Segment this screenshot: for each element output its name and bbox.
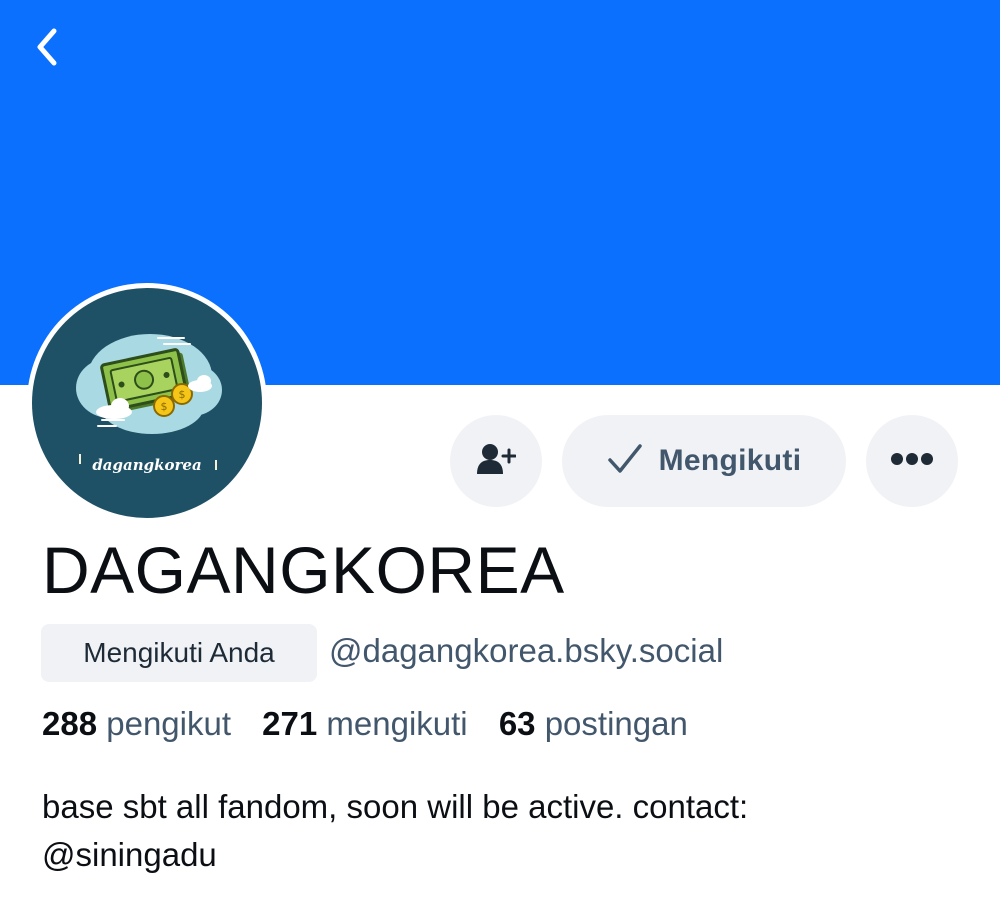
svg-text:$: $ — [179, 388, 186, 401]
followers-label: pengikut — [106, 705, 231, 742]
profile-handle: @dagangkorea.bsky.social — [329, 632, 724, 669]
svg-text:$: $ — [161, 400, 168, 413]
avatar-logo: $ $ dagangkorea — [32, 288, 262, 518]
avatar-logo-text: dagangkorea — [92, 456, 202, 474]
avatar[interactable]: $ $ dagangkorea — [27, 283, 267, 523]
bio-mention-link[interactable]: @siningadu — [42, 831, 942, 879]
posts-label: postingan — [544, 705, 688, 742]
profile-bio: base sbt all fandom, soon will be active… — [42, 783, 942, 879]
follows-you-badge: Mengikuti Anda — [41, 624, 317, 682]
check-icon — [607, 443, 643, 480]
following-button-label: Mengikuti — [658, 444, 802, 477]
following-count: 271 — [262, 705, 318, 742]
following-label: mengikuti — [326, 705, 468, 742]
chevron-left-icon — [32, 27, 62, 72]
following-button[interactable]: Mengikuti — [562, 415, 846, 507]
more-options-button[interactable] — [866, 415, 958, 507]
user-plus-icon — [476, 442, 517, 481]
ellipsis-icon — [890, 452, 934, 471]
back-button[interactable] — [22, 24, 72, 74]
followers-count: 288 — [42, 705, 98, 742]
profile-stats: 288 pengikut 271 mengikuti 63 postingan — [42, 705, 710, 743]
following-stat[interactable]: 271 mengikuti — [262, 705, 467, 743]
bio-line: base sbt all fandom, soon will be active… — [42, 788, 749, 825]
profile-page: $ $ dagangkorea Mengikuti DAGANGKOREA Me… — [0, 0, 1000, 897]
add-user-button[interactable] — [450, 415, 542, 507]
followers-stat[interactable]: 288 pengikut — [42, 705, 231, 743]
posts-stat: 63 postingan — [499, 705, 688, 743]
display-name: DAGANGKOREA — [42, 533, 565, 607]
posts-count: 63 — [498, 705, 536, 742]
